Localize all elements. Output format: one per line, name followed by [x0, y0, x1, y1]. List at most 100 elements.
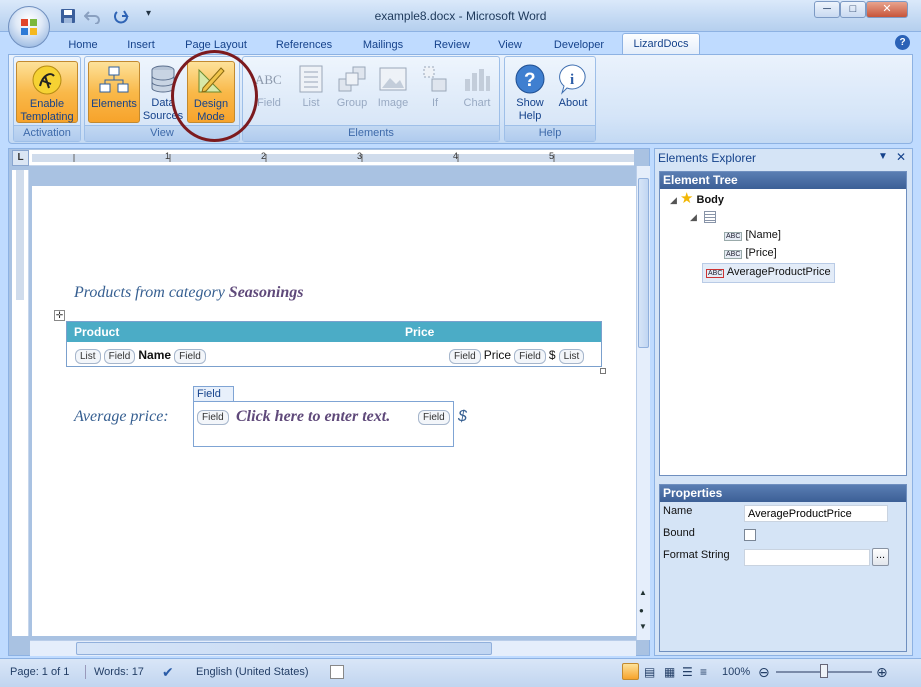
- image-icon: [379, 67, 407, 91]
- table-row: List Field Name Field: [75, 348, 206, 364]
- help-icon[interactable]: ?: [895, 35, 910, 50]
- price-field-start-tag[interactable]: Field: [449, 349, 481, 364]
- tab-references[interactable]: References: [270, 37, 338, 55]
- group-icon: [338, 66, 366, 92]
- pane-menu-icon[interactable]: ▼: [878, 151, 888, 162]
- tab-lizarddocs[interactable]: LizardDocs: [622, 33, 700, 55]
- group-label: Group: [336, 97, 368, 109]
- table-move-handle[interactable]: ✛: [54, 310, 65, 321]
- explorer-title: Elements Explorer: [658, 151, 757, 165]
- horizontal-scrollbar[interactable]: [30, 640, 636, 656]
- print-layout-view-icon[interactable]: [622, 663, 639, 680]
- next-page-icon[interactable]: ▼: [639, 622, 647, 631]
- list-end-tag[interactable]: List: [558, 349, 585, 364]
- outline-view-icon[interactable]: ☰: [682, 663, 693, 681]
- tab-home[interactable]: Home: [62, 37, 104, 55]
- tree-node-average[interactable]: ABC AverageProductPrice: [702, 263, 835, 283]
- average-price-dollar: $: [458, 408, 467, 425]
- draft-view-icon[interactable]: ≡: [700, 663, 707, 681]
- word-count[interactable]: Words: 17: [94, 663, 144, 681]
- field-start-tag[interactable]: Field: [103, 349, 136, 364]
- tab-review[interactable]: Review: [428, 37, 476, 55]
- enable-label-1: Enable: [29, 98, 65, 110]
- bound-checkbox[interactable]: [744, 529, 756, 541]
- group-help: ? Show Help i About Help: [504, 56, 596, 142]
- tab-view[interactable]: View: [492, 37, 528, 55]
- ruler-mark-3: 3: [357, 151, 363, 161]
- vertical-scroll-thumb[interactable]: [638, 178, 649, 348]
- browse-object-icon[interactable]: ●: [639, 606, 644, 615]
- heading-category: Seasonings: [228, 284, 304, 301]
- web-layout-view-icon[interactable]: ▦: [664, 663, 675, 681]
- expand-icon[interactable]: ◢: [690, 212, 697, 222]
- maximize-button[interactable]: □: [840, 1, 866, 18]
- minimize-button[interactable]: ─: [814, 1, 840, 18]
- prev-page-icon[interactable]: ▲: [639, 588, 647, 597]
- avg-field-end-tag[interactable]: Field: [418, 410, 450, 425]
- tree-node-name[interactable]: ABC [Name]: [724, 227, 781, 245]
- macro-record-icon[interactable]: [330, 665, 344, 679]
- tree-node-list[interactable]: ◢: [690, 209, 716, 225]
- language[interactable]: English (United States): [196, 663, 309, 681]
- format-string-input[interactable]: [744, 549, 870, 566]
- proofing-icon[interactable]: ✔: [162, 663, 174, 681]
- price-field-end-tag[interactable]: Field: [514, 349, 546, 364]
- group-button[interactable]: Group: [331, 61, 373, 123]
- tree-node-price[interactable]: ABC [Price]: [724, 245, 777, 263]
- browse-button[interactable]: ...: [872, 548, 889, 566]
- close-button[interactable]: ✕: [866, 1, 908, 18]
- office-button[interactable]: [8, 6, 50, 48]
- image-button[interactable]: Image: [373, 61, 413, 123]
- elements-label: Elements: [91, 98, 137, 110]
- list-start-tag[interactable]: List: [75, 349, 101, 364]
- ruler-ticks: [32, 154, 634, 162]
- content-control-tab[interactable]: Field: [193, 386, 234, 402]
- if-icon: [423, 66, 447, 92]
- about-button[interactable]: i About: [553, 61, 593, 123]
- field-end-tag[interactable]: Field: [174, 349, 206, 364]
- table-resize-handle[interactable]: [600, 368, 606, 374]
- expand-icon[interactable]: ◢: [670, 195, 677, 205]
- horizontal-ruler[interactable]: 1 2 3 4 5: [12, 150, 634, 166]
- elements-tree-icon: [99, 66, 129, 93]
- page-count[interactable]: Page: 1 of 1: [10, 663, 69, 681]
- vertical-ruler[interactable]: [12, 170, 29, 636]
- abc-icon: ABC: [724, 232, 743, 241]
- enable-templating-button[interactable]: Enable Templating: [16, 61, 78, 123]
- content-control-placeholder[interactable]: Click here to enter text.: [236, 408, 390, 426]
- chart-button[interactable]: Chart: [457, 61, 497, 123]
- list-label: List: [302, 97, 320, 109]
- horizontal-scroll-thumb[interactable]: [76, 642, 492, 655]
- name-placeholder[interactable]: Name: [138, 348, 171, 362]
- elements-button[interactable]: Elements: [88, 61, 140, 123]
- full-screen-view-icon[interactable]: ▤: [644, 663, 655, 681]
- price-placeholder[interactable]: Price: [484, 348, 511, 362]
- lizard-icon: [32, 65, 62, 95]
- average-price-label: Average price:: [74, 408, 169, 425]
- zoom-out-icon[interactable]: ⊖: [758, 663, 770, 681]
- list-button[interactable]: List: [291, 61, 331, 123]
- tab-mailings[interactable]: Mailings: [356, 37, 410, 55]
- zoom-slider-thumb[interactable]: [820, 664, 828, 678]
- properties-panel: Properties Name Bound Format String ...: [659, 484, 907, 652]
- tree-node-body[interactable]: ◢ ★ Body: [670, 191, 724, 208]
- svg-text:i: i: [570, 72, 574, 88]
- zoom-in-icon[interactable]: ⊕: [876, 663, 888, 681]
- vertical-scrollbar[interactable]: ▲ ● ▼: [636, 166, 650, 640]
- enable-label-2: Templating: [20, 111, 74, 123]
- pane-close-icon[interactable]: ✕: [896, 150, 906, 164]
- svg-text:ABC: ABC: [255, 72, 282, 87]
- tab-selector[interactable]: L: [12, 150, 29, 166]
- name-input[interactable]: [744, 505, 888, 522]
- abc-field-icon: ABC: [255, 72, 282, 87]
- info-icon: i: [559, 64, 586, 95]
- ruler-mark-1: 1: [165, 151, 171, 161]
- show-help-button[interactable]: ? Show Help: [509, 61, 551, 123]
- zoom-level[interactable]: 100%: [722, 663, 750, 681]
- group-label-help: Help: [505, 125, 595, 141]
- product-table[interactable]: Product Price List Field Name Field Fiel…: [66, 321, 602, 367]
- avg-field-start-tag[interactable]: Field: [197, 410, 229, 425]
- tab-insert[interactable]: Insert: [120, 37, 162, 55]
- if-button[interactable]: If: [415, 61, 455, 123]
- tab-developer[interactable]: Developer: [548, 37, 610, 55]
